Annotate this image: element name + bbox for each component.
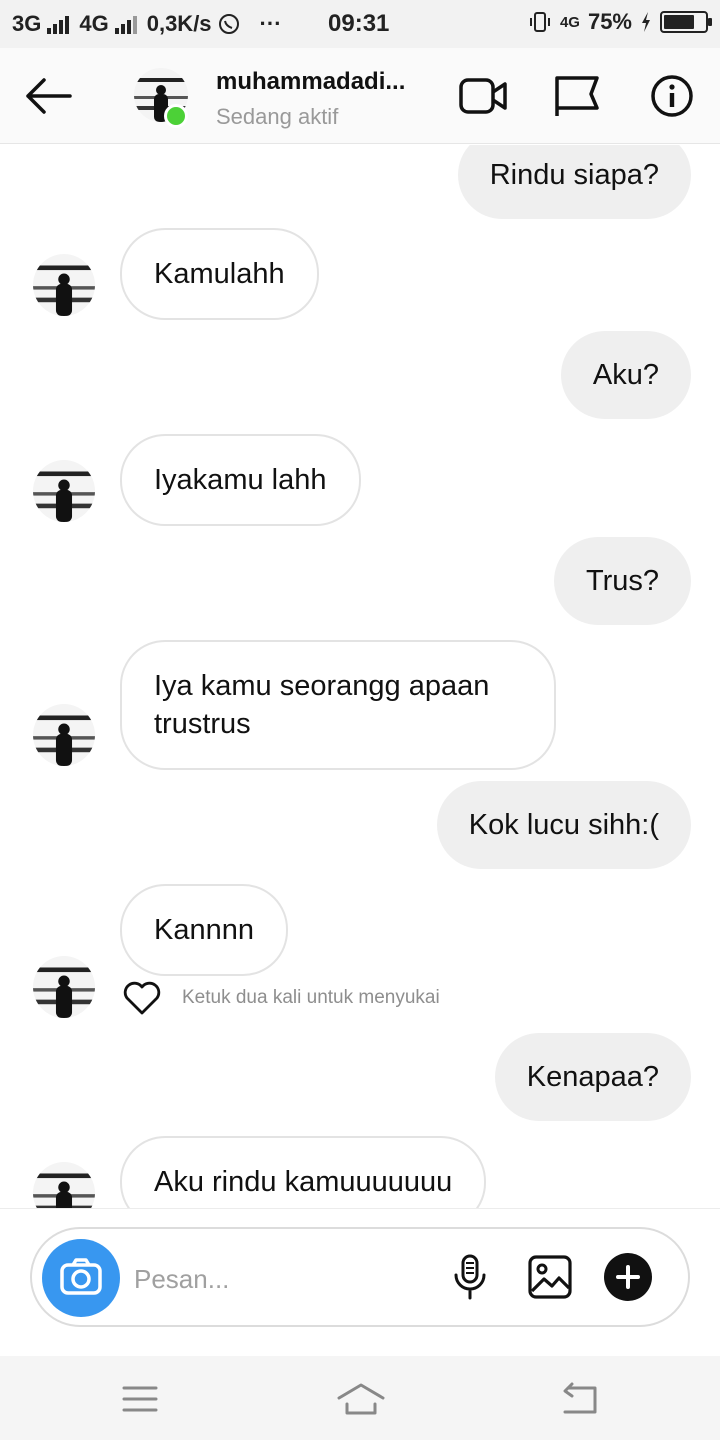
battery-icon <box>660 11 712 33</box>
network-4g-label: 4G <box>79 11 109 36</box>
heart-icon[interactable] <box>122 980 162 1016</box>
message-thread[interactable]: Rindu siapa? Kamulahh Aku? Iyakamu lahh … <box>0 145 720 1208</box>
flag-icon[interactable] <box>553 74 601 118</box>
network-type-label: 4G <box>559 13 580 31</box>
message-composer <box>30 1227 690 1327</box>
status-bar: 3G 4G 0,3K/s ··· 09:31 4G 75% <box>0 0 720 48</box>
info-icon[interactable] <box>648 74 696 118</box>
message-bubble-sent[interactable]: Trus? <box>553 537 691 625</box>
message-bubble-received[interactable]: Iyakamu lahh <box>120 434 361 526</box>
message-bubble-sent[interactable]: Kok lucu sihh:( <box>436 781 691 869</box>
signal-icon <box>114 14 137 34</box>
message-bubble-received[interactable]: Kannnn <box>120 884 288 976</box>
message-bubble-received[interactable]: Iya kamu seorangg apaan trustrus <box>120 640 556 770</box>
video-call-icon[interactable] <box>459 74 507 118</box>
charging-icon <box>642 12 650 32</box>
home-icon[interactable] <box>336 1382 386 1416</box>
contact-username[interactable]: muhammadadi... <box>216 68 430 96</box>
message-bubble-received[interactable]: Kamulahh <box>120 228 319 320</box>
avatar[interactable] <box>33 460 95 522</box>
message-input[interactable] <box>134 1257 424 1301</box>
active-status: Sedang aktif <box>216 104 339 129</box>
more-notifications: ··· <box>259 11 282 36</box>
microphone-icon[interactable] <box>446 1253 494 1301</box>
vibrate-icon <box>529 12 550 32</box>
message-bubble-sent[interactable]: Aku? <box>560 331 691 419</box>
message-bubble-sent[interactable]: Rindu siapa? <box>457 145 691 219</box>
avatar[interactable] <box>33 254 95 316</box>
double-tap-like-hint: Ketuk dua kali untuk menyukai <box>182 987 440 1008</box>
whatsapp-icon <box>218 14 239 34</box>
online-indicator <box>164 104 188 128</box>
network-speed: 0,3K/s <box>146 11 212 36</box>
avatar[interactable] <box>33 956 95 1018</box>
gallery-icon[interactable] <box>526 1253 574 1301</box>
menu-icon[interactable] <box>122 1382 158 1416</box>
arrow-left-icon[interactable] <box>20 72 76 120</box>
signal-icon <box>47 14 70 34</box>
avatar[interactable] <box>33 1162 95 1208</box>
clock: 09:31 <box>328 10 390 37</box>
avatar[interactable] <box>33 704 95 766</box>
message-bubble-received[interactable]: Aku rindu kamuuuuuuu <box>120 1136 487 1208</box>
chat-header: muhammadadi... Sedang aktif <box>0 48 720 144</box>
back-nav-icon[interactable] <box>560 1382 598 1416</box>
plus-icon[interactable] <box>604 1253 652 1301</box>
system-nav-bar <box>0 1356 720 1440</box>
camera-icon <box>60 1258 102 1295</box>
network-3g-label: 3G <box>12 11 42 36</box>
message-bubble-sent[interactable]: Kenapaa? <box>494 1033 691 1121</box>
camera-button[interactable] <box>42 1239 120 1317</box>
composer-area <box>0 1208 720 1356</box>
battery-percent: 75% <box>587 9 632 34</box>
